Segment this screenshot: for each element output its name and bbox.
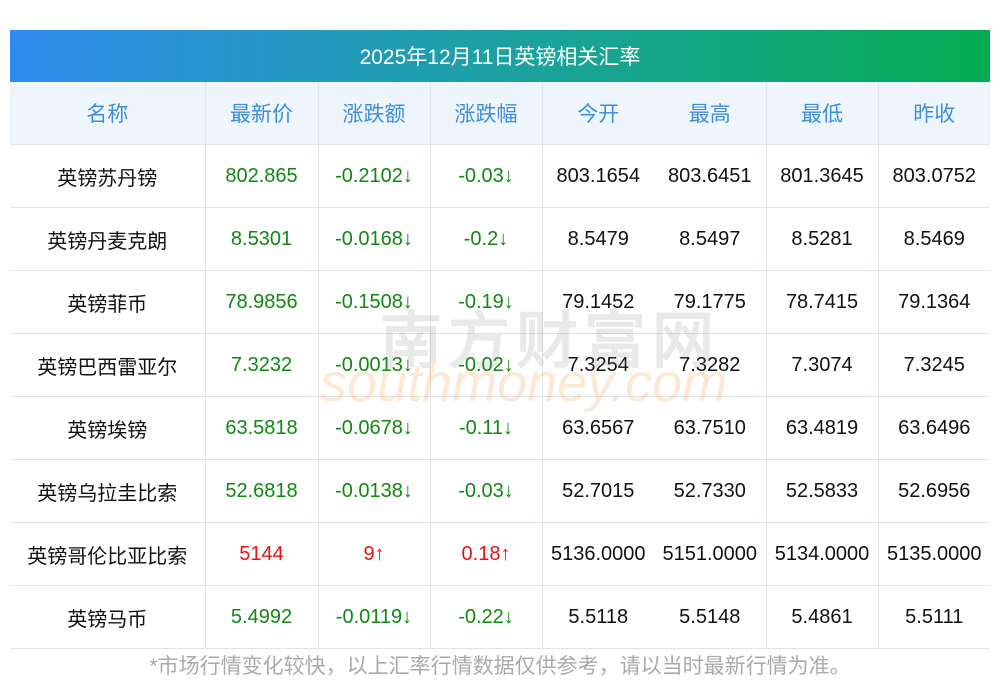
cell-price: 63.5818: [205, 396, 319, 460]
table-row: 英镑菲币 78.9856 -0.1508↓ -0.19↓ 79.1452 79.1775 7…: [10, 270, 990, 334]
cell-change: 9↑: [318, 522, 431, 586]
cell-low: 52.5833: [766, 459, 879, 523]
exchange-rate-table: 名称 最新价 涨跌额 涨跌幅 今开 最高 最低 昨收 英镑苏丹镑 802.865-…: [10, 82, 990, 649]
page-title: 2025年12月11日英镑相关汇率: [10, 30, 990, 82]
cell-low: 5.4861: [766, 585, 879, 649]
cell-high: 79.1775: [654, 270, 767, 334]
cell-high: 63.7510: [654, 396, 767, 460]
cell-pct: -0.19↓: [430, 270, 543, 334]
cell-pct: -0.03↓: [430, 459, 543, 523]
cell-open: 5136.0000: [542, 522, 654, 586]
cell-change: -0.0168↓: [318, 207, 431, 271]
table-header-row: 名称 最新价 涨跌额 涨跌幅 今开 最高 最低 昨收: [10, 82, 990, 145]
cell-prev: 8.5469: [878, 207, 990, 271]
cell-high: 5.5148: [654, 585, 767, 649]
table-row: 英镑苏丹镑 802.865 -0.2102↓ -0.03↓ 803.1654 803.64…: [10, 144, 990, 208]
cell-prev: 52.6956: [878, 459, 990, 523]
cell-price: 78.9856: [205, 270, 319, 334]
cell-low: 78.7415: [766, 270, 879, 334]
cell-change: -0.1508↓: [318, 270, 431, 334]
table-row: 英镑马币 5.4992 -0.0119↓ -0.22↓ 5.5118 5.5148 5.48…: [10, 585, 990, 649]
cell-name: 英镑哥伦比亚比索: [10, 522, 206, 586]
disclaimer: *市场行情变化较快，以上汇率行情数据仅供参考，请以当时最新行情为准。: [149, 655, 851, 678]
cell-open: 8.5479: [542, 207, 654, 271]
cell-pct: -0.02↓: [430, 333, 543, 397]
cell-high: 8.5497: [654, 207, 767, 271]
cell-name: 英镑苏丹镑: [10, 144, 206, 208]
cell-low: 63.4819: [766, 396, 879, 460]
cell-price: 7.3232: [205, 333, 319, 397]
header-low: 最低: [766, 82, 879, 145]
cell-prev: 5135.0000: [878, 522, 990, 586]
cell-open: 5.5118: [542, 585, 654, 649]
cell-low: 5134.0000: [766, 522, 879, 586]
cell-price: 5144: [205, 522, 319, 586]
cell-name: 英镑埃镑: [10, 396, 206, 460]
cell-price: 8.5301: [205, 207, 319, 271]
cell-high: 5151.0000: [654, 522, 767, 586]
table-row: 英镑埃镑 63.5818 -0.0678↓ -0.11↓ 63.6567 63.7510 6…: [10, 396, 990, 460]
cell-price: 802.865: [205, 144, 319, 208]
cell-open: 79.1452: [542, 270, 654, 334]
cell-pct: -0.22↓: [430, 585, 543, 649]
header-high: 最高: [654, 82, 767, 145]
header-name: 名称: [10, 82, 206, 145]
cell-pct: -0.2↓: [430, 207, 543, 271]
cell-change: -0.0678↓: [318, 396, 431, 460]
cell-pct: 0.18↑: [430, 522, 543, 586]
cell-open: 7.3254: [542, 333, 654, 397]
cell-change: -0.0138↓: [318, 459, 431, 523]
cell-prev: 79.1364: [878, 270, 990, 334]
cell-low: 801.3645: [766, 144, 879, 208]
cell-name: 英镑巴西雷亚尔: [10, 333, 206, 397]
cell-high: 7.3282: [654, 333, 767, 397]
cell-price: 5.4992: [205, 585, 319, 649]
cell-open: 803.1654: [542, 144, 654, 208]
cell-change: -0.2102↓: [318, 144, 431, 208]
cell-prev: 803.0752: [878, 144, 990, 208]
table-row: 英镑丹麦克朗 8.5301 -0.0168↓ -0.2↓ 8.5479 8.5497 8.5…: [10, 207, 990, 271]
cell-open: 52.7015: [542, 459, 654, 523]
header-pct: 涨跌幅: [430, 82, 543, 145]
table-row: 英镑哥伦比亚比索 5144 9↑ 0.18↑ 5136.0000 5151.0000 513…: [10, 522, 990, 586]
cell-low: 8.5281: [766, 207, 879, 271]
cell-high: 803.6451: [654, 144, 767, 208]
table-row: 英镑乌拉圭比索 52.6818 -0.0138↓ -0.03↓ 52.7015 52.73…: [10, 459, 990, 523]
cell-price: 52.6818: [205, 459, 319, 523]
cell-name: 英镑乌拉圭比索: [10, 459, 206, 523]
cell-prev: 63.6496: [878, 396, 990, 460]
cell-high: 52.7330: [654, 459, 767, 523]
cell-pct: -0.11↓: [430, 396, 543, 460]
cell-name: 英镑马币: [10, 585, 206, 649]
header-prev: 昨收: [878, 82, 990, 145]
header-change: 涨跌额: [318, 82, 431, 145]
cell-pct: -0.03↓: [430, 144, 543, 208]
cell-low: 7.3074: [766, 333, 879, 397]
cell-change: -0.0119↓: [318, 585, 431, 649]
cell-change: -0.0013↓: [318, 333, 431, 397]
cell-name: 英镑菲币: [10, 270, 206, 334]
cell-prev: 5.5111: [878, 585, 990, 649]
header-price: 最新价: [205, 82, 319, 145]
cell-prev: 7.3245: [878, 333, 990, 397]
cell-open: 63.6567: [542, 396, 654, 460]
cell-name: 英镑丹麦克朗: [10, 207, 206, 271]
table-row: 英镑巴西雷亚尔 7.3232 -0.0013↓ -0.02↓ 7.3254 7.3282 7…: [10, 333, 990, 397]
header-open: 今开: [542, 82, 654, 145]
